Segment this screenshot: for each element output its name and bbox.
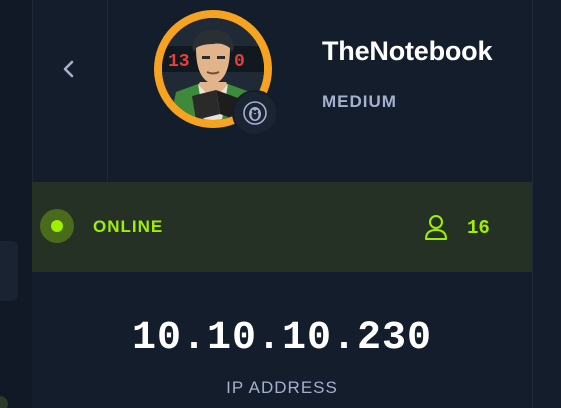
- left-sidebar-strip: [0, 0, 32, 408]
- back-panel: [32, 0, 108, 182]
- ip-address-block: 10.10.10.230 IP ADDRESS: [32, 272, 532, 408]
- user-count: 16: [467, 217, 490, 239]
- os-badge: [232, 90, 278, 136]
- ip-address-label: IP ADDRESS: [226, 378, 338, 397]
- back-button[interactable]: [54, 54, 84, 84]
- sidebar-indicator: [0, 396, 8, 408]
- machine-card-page: 13 0 TheNotebook MEDIUM ONLINE 16 10.10.…: [0, 0, 561, 408]
- machine-name: TheNotebook: [322, 36, 493, 66]
- status-bar: ONLINE 16: [32, 182, 532, 272]
- difficulty-label: MEDIUM: [322, 92, 397, 111]
- sidebar-tab[interactable]: [0, 241, 18, 301]
- linux-penguin-icon: [243, 101, 267, 125]
- online-status-dot: [40, 209, 74, 243]
- user-icon: [425, 215, 447, 240]
- right-panel-edge: [532, 0, 561, 408]
- chevron-left-icon: [63, 60, 74, 78]
- svg-text:13: 13: [168, 52, 190, 72]
- svg-text:0: 0: [234, 52, 245, 72]
- status-label: ONLINE: [93, 217, 164, 236]
- ip-address-value[interactable]: 10.10.10.230: [32, 316, 532, 361]
